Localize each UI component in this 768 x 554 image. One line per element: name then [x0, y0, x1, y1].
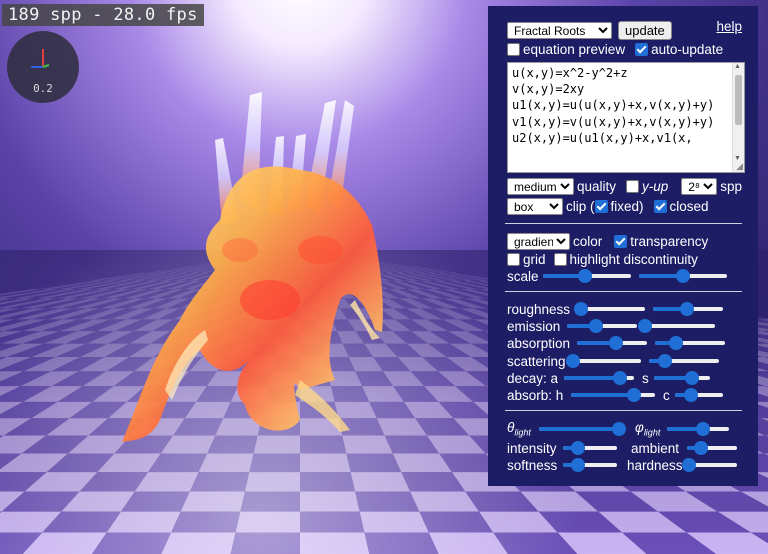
highlight-discontinuity-checkbox[interactable]: [553, 252, 567, 266]
emission-label: emission: [507, 318, 561, 334]
scale-label: scale: [507, 268, 539, 284]
equation-preview-checkbox[interactable]: [507, 42, 520, 56]
absorb-h-slider[interactable]: [571, 388, 655, 402]
quality-label: quality: [577, 178, 617, 194]
resize-grip-icon[interactable]: ◢: [736, 161, 743, 172]
yup-checkbox[interactable]: [626, 179, 639, 193]
ambient-label: ambient: [631, 440, 680, 456]
update-button[interactable]: update: [618, 20, 672, 40]
phi-light-label: φlight: [635, 420, 661, 438]
absorb-c-label: c: [663, 387, 670, 403]
grid-label: grid: [523, 251, 546, 267]
scattering-label: scattering: [507, 353, 566, 369]
absorption-slider-b[interactable]: [655, 336, 725, 350]
softness-slider[interactable]: [563, 458, 617, 472]
fps-counter: 189 spp - 28.0 fps: [2, 4, 204, 26]
closed-checkbox[interactable]: [653, 199, 667, 213]
color-mode-select[interactable]: gradient: [507, 232, 570, 250]
equation-preview-label: equation preview: [523, 41, 626, 57]
decay-label: decay: a: [507, 370, 559, 386]
closed-label: closed: [669, 198, 709, 214]
equation-editor[interactable]: u(x,y)=x^2-y^2+z v(x,y)=2xy u1(x,y)=u(u(…: [507, 62, 745, 173]
roughness-slider-a[interactable]: [574, 302, 645, 316]
spp-label: spp: [720, 178, 742, 194]
decay-a-slider[interactable]: [564, 371, 634, 385]
preset-select[interactable]: Fractal Roots: [507, 21, 612, 39]
scattering-slider-b[interactable]: [649, 354, 719, 368]
hardness-slider[interactable]: [682, 458, 737, 472]
color-label: color: [573, 233, 603, 249]
decay-s-slider[interactable]: [654, 371, 710, 385]
spp-select[interactable]: 2⁸: [681, 177, 718, 195]
theta-light-slider[interactable]: [539, 422, 626, 436]
help-link[interactable]: help: [716, 19, 742, 34]
absorb-label: absorb: h: [507, 387, 564, 403]
clip-label: clip (: [566, 198, 595, 214]
intensity-label: intensity: [507, 440, 557, 456]
equation-text: u(x,y)=x^2-y^2+z v(x,y)=2xy u1(x,y)=u(u(…: [512, 66, 715, 145]
axis-scale-label: 0.2: [33, 82, 53, 95]
quality-select[interactable]: medium: [507, 177, 574, 195]
yup-label: y-up: [642, 178, 669, 194]
scattering-slider-a[interactable]: [566, 354, 641, 368]
phi-light-slider[interactable]: [667, 422, 729, 436]
theta-light-label: θlight: [507, 420, 531, 438]
highlight-discontinuity-label: highlight discontinuity: [569, 251, 698, 267]
fixed-checkbox[interactable]: [594, 199, 608, 213]
scroll-up-icon[interactable]: ▲: [734, 63, 741, 70]
divider: [505, 410, 742, 411]
divider: [505, 223, 742, 224]
emission-slider-b[interactable]: [638, 319, 715, 333]
emission-slider-a[interactable]: [567, 319, 637, 333]
ambient-slider[interactable]: [687, 441, 737, 455]
absorption-label: absorption: [507, 335, 571, 351]
auto-update-label: auto-update: [651, 41, 724, 57]
scale-slider-b[interactable]: [639, 269, 727, 283]
absorption-slider-a[interactable]: [577, 336, 647, 350]
transparency-label: transparency: [630, 233, 709, 249]
grid-checkbox[interactable]: [507, 252, 520, 266]
roughness-slider-b[interactable]: [653, 302, 723, 316]
auto-update-checkbox[interactable]: [635, 42, 649, 56]
control-panel: Fractal Roots update help equation previ…: [488, 6, 758, 486]
hardness-label: hardness: [627, 457, 683, 473]
intensity-slider[interactable]: [563, 441, 617, 455]
scale-slider-a[interactable]: [543, 269, 631, 283]
axis-gizmo[interactable]: 0.2: [7, 31, 79, 103]
decay-s-label: s: [642, 370, 649, 386]
softness-label: softness: [507, 457, 558, 473]
transparency-checkbox[interactable]: [614, 234, 628, 248]
equation-scrollbar[interactable]: ▲ ▼: [732, 63, 744, 172]
fixed-label: fixed): [610, 198, 644, 214]
absorb-c-slider[interactable]: [675, 388, 723, 402]
clip-select[interactable]: box: [507, 197, 563, 215]
roughness-label: roughness: [507, 301, 571, 317]
divider: [505, 291, 742, 292]
